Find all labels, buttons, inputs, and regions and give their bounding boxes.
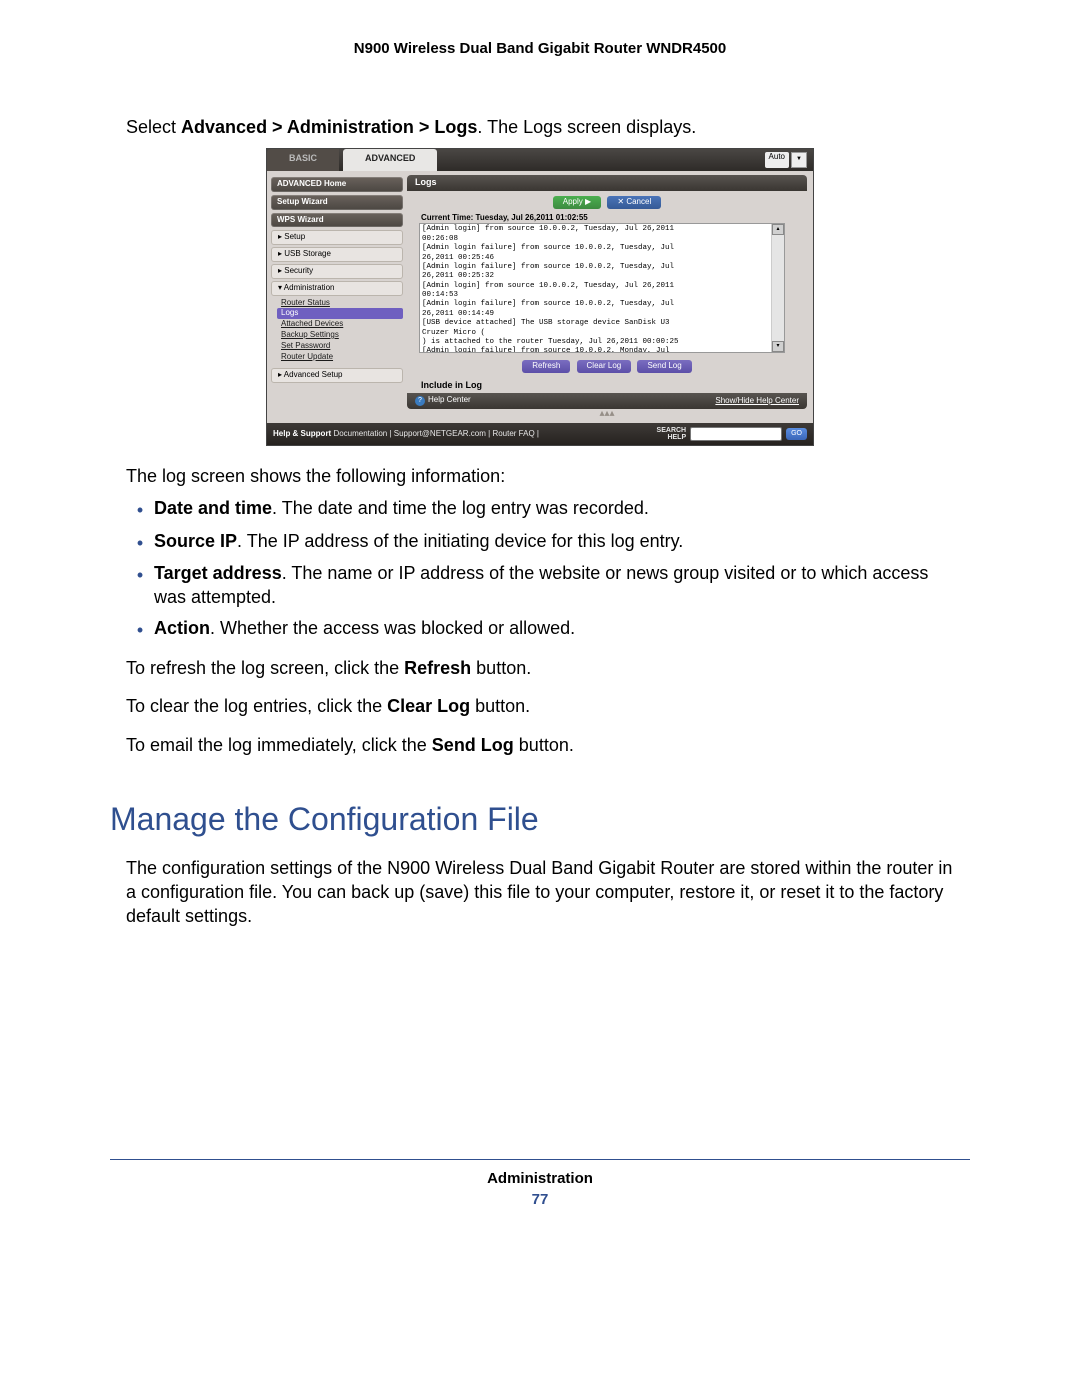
log-fields-list: • Date and time. The date and time the l… <box>126 496 954 641</box>
sidebar-setup-wizard[interactable]: Setup Wizard <box>271 195 403 210</box>
sidebar-item-router-status[interactable]: Router Status <box>277 298 403 309</box>
doc-header: N900 Wireless Dual Band Gigabit Router W… <box>110 40 970 57</box>
search-help-input[interactable] <box>690 427 782 441</box>
sidebar-item-set-password[interactable]: Set Password <box>277 341 403 352</box>
intro-suffix: . The Logs screen displays. <box>477 117 696 137</box>
help-support-bar: Help & Support Documentation | Support@N… <box>267 423 813 445</box>
sidebar: ADVANCED Home Setup Wizard WPS Wizard ▸ … <box>267 171 407 423</box>
sidebar-wps-wizard[interactable]: WPS Wizard <box>271 213 403 228</box>
sidebar-item-logs[interactable]: Logs <box>277 308 403 319</box>
sidebar-item-backup-settings[interactable]: Backup Settings <box>277 330 403 341</box>
refresh-button[interactable]: Refresh <box>522 360 570 373</box>
footer-page-number: 77 <box>110 1191 970 1208</box>
help-support-label: Help & Support <box>273 429 331 438</box>
list-item: • Target address. The name or IP address… <box>126 561 954 610</box>
clear-instruction: To clear the log entries, click the Clea… <box>126 694 954 718</box>
help-center-label: Help Center <box>428 395 471 404</box>
bullet-icon: • <box>126 616 154 642</box>
list-item: • Source IP. The IP address of the initi… <box>126 529 954 555</box>
panel-resize-grip-icon[interactable]: ▴▴▴ <box>407 408 807 419</box>
scroll-up-icon[interactable]: ▴ <box>772 224 784 235</box>
bullet-icon: • <box>126 561 154 610</box>
main-panel: Logs Apply ▶ ✕ Cancel Current Time: Tues… <box>407 171 813 423</box>
sidebar-admin-sublist: Router Status Logs Attached Devices Back… <box>277 298 403 363</box>
refresh-mode-dropdown[interactable]: ▼ <box>791 152 807 168</box>
help-icon: ? <box>415 396 425 406</box>
refresh-instruction: To refresh the log screen, click the Ref… <box>126 656 954 680</box>
footer-chapter-label: Administration <box>110 1170 970 1187</box>
bullet-icon: • <box>126 496 154 522</box>
refresh-mode-label: Auto <box>765 152 789 168</box>
footer-rule <box>110 1159 970 1160</box>
router-ui-screenshot: BASIC ADVANCED Auto ▼ ADVANCED Home Setu… <box>266 148 814 446</box>
sidebar-cat-security[interactable]: ▸ Security <box>271 264 403 279</box>
panel-title: Logs <box>407 175 807 191</box>
bullet-icon: • <box>126 529 154 555</box>
send-log-button[interactable]: Send Log <box>637 360 691 373</box>
log-text: [Admin login] from source 10.0.0.2, Tues… <box>420 224 784 353</box>
intro-prefix: Select <box>126 117 181 137</box>
help-support-links[interactable]: Documentation | Support@NETGEAR.com | Ro… <box>331 429 539 438</box>
sidebar-cat-setup[interactable]: ▸ Setup <box>271 230 403 245</box>
search-help-label: SEARCHHELP <box>657 427 687 441</box>
search-go-button[interactable]: GO <box>786 428 807 440</box>
cancel-button[interactable]: ✕ Cancel <box>607 196 661 209</box>
sidebar-item-attached-devices[interactable]: Attached Devices <box>277 319 403 330</box>
sidebar-item-router-update[interactable]: Router Update <box>277 352 403 363</box>
intro-line: Select Advanced > Administration > Logs.… <box>126 117 954 138</box>
help-center-bar: ?Help Center Show/Hide Help Center <box>407 393 807 409</box>
current-time-label: Current Time: Tuesday, Jul 26,2011 01:02… <box>407 212 807 223</box>
log-scrollbar[interactable]: ▴ ▾ <box>771 224 784 352</box>
log-info-intro: The log screen shows the following infor… <box>126 464 954 488</box>
panel-log-actions: Refresh Clear Log Send Log <box>407 357 807 379</box>
panel-top-actions: Apply ▶ ✕ Cancel <box>407 191 807 212</box>
scroll-down-icon[interactable]: ▾ <box>772 341 784 352</box>
log-textarea[interactable]: [Admin login] from source 10.0.0.2, Tues… <box>419 223 785 353</box>
section-heading-manage-config: Manage the Configuration File <box>110 801 970 838</box>
tab-basic[interactable]: BASIC <box>267 149 339 171</box>
intro-path: Advanced > Administration > Logs <box>181 117 477 137</box>
include-in-log-label: Include in Log <box>407 379 807 393</box>
sidebar-cat-usb[interactable]: ▸ USB Storage <box>271 247 403 262</box>
sidebar-cat-advanced-setup[interactable]: ▸ Advanced Setup <box>271 368 403 383</box>
list-item: • Action. Whether the access was blocked… <box>126 616 954 642</box>
show-hide-help-link[interactable]: Show/Hide Help Center <box>715 397 799 406</box>
manage-config-para: The configuration settings of the N900 W… <box>126 856 954 929</box>
tab-advanced[interactable]: ADVANCED <box>343 149 437 171</box>
top-tabbar: BASIC ADVANCED Auto ▼ <box>267 149 813 171</box>
apply-button[interactable]: Apply ▶ <box>553 196 601 209</box>
sidebar-cat-administration[interactable]: ▾ Administration <box>271 281 403 296</box>
clear-log-button[interactable]: Clear Log <box>577 360 632 373</box>
help-center-left[interactable]: ?Help Center <box>415 396 471 406</box>
send-instruction: To email the log immediately, click the … <box>126 733 954 757</box>
list-item: • Date and time. The date and time the l… <box>126 496 954 522</box>
sidebar-advanced-home[interactable]: ADVANCED Home <box>271 177 403 192</box>
